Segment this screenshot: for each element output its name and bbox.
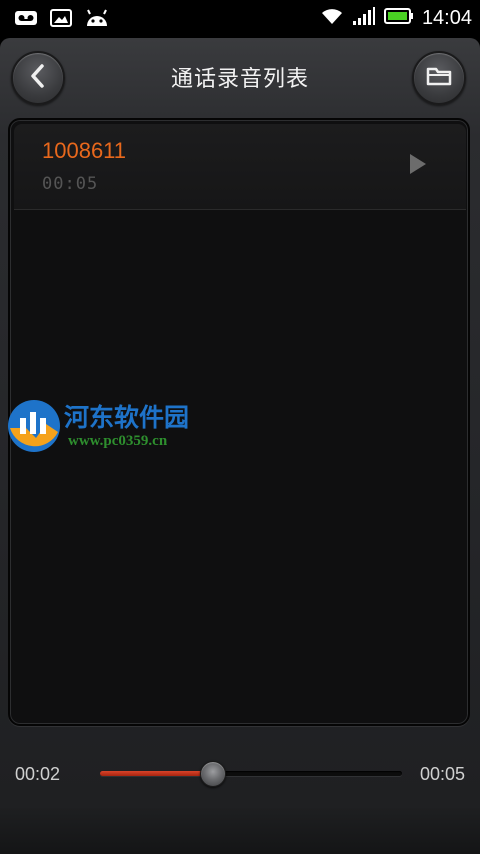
player-bar: 00:02 00:05 — [0, 738, 480, 808]
bottom-area — [0, 808, 480, 854]
android-icon — [84, 8, 110, 32]
watermark-logo-icon — [6, 398, 64, 458]
wifi-icon — [320, 6, 344, 30]
voicemail-icon — [14, 9, 38, 31]
battery-icon — [383, 6, 414, 30]
page-title: 通话录音列表 — [170, 67, 309, 92]
seek-bar[interactable] — [100, 761, 402, 787]
current-time: 00:02 — [15, 764, 61, 784]
watermark: 河东软件园 www.pc0359.cn — [6, 396, 226, 456]
status-bar: 14:04 — [0, 0, 480, 38]
watermark-url: www.pc0359.cn — [68, 433, 168, 449]
folder-button[interactable] — [412, 51, 466, 105]
title-bar: 通话录音列表 — [0, 38, 480, 118]
watermark-name: 河东软件园 — [64, 403, 190, 432]
image-icon — [50, 9, 72, 31]
seek-bar-thumb[interactable] — [200, 761, 227, 787]
app-window: 通话录音列表 1008611 00:05 河东软件园 www.pc0359.cn… — [0, 38, 480, 854]
recording-item[interactable]: 1008611 00:05 — [14, 124, 466, 210]
status-time: 14:04 — [421, 6, 472, 29]
recording-number: 1008611 — [42, 138, 127, 163]
play-icon[interactable] — [408, 152, 428, 176]
recording-duration: 00:05 — [42, 174, 99, 194]
folder-icon — [426, 65, 452, 91]
seek-bar-progress — [100, 771, 214, 776]
total-time: 00:05 — [419, 764, 465, 784]
signal-icon — [352, 6, 376, 30]
